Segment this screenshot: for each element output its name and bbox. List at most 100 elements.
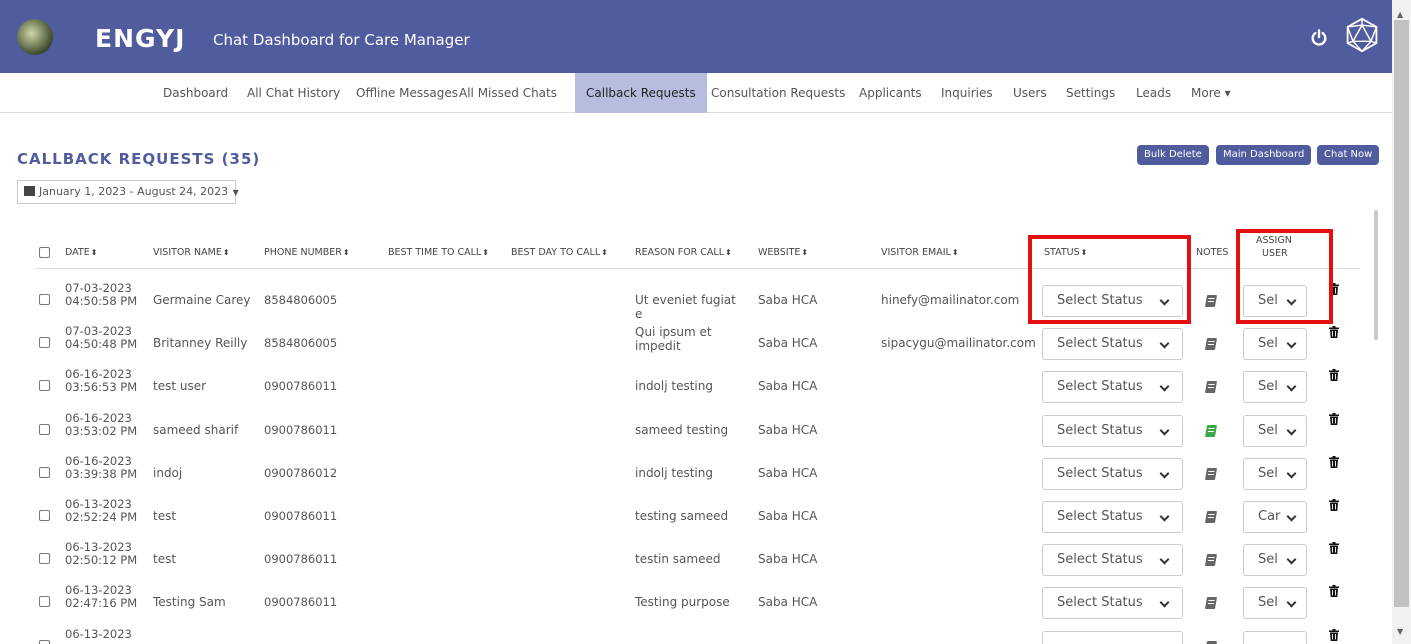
status-select[interactable] [1042,630,1183,644]
row-visitor-name: sameed sharif [153,422,239,437]
status-select-value: Select Status [1057,336,1143,352]
chevron-down-icon [1286,338,1297,349]
date-range-picker[interactable]: January 1, 2023 - August 24, 2023 ▼ [17,180,239,204]
status-select[interactable]: Select Status [1042,501,1183,533]
status-select-value: Select Status [1057,509,1143,524]
row-visitor-email: sipacygu@mailinator.com [881,336,1036,351]
row-website: Saba HCA [758,509,818,523]
th-date[interactable]: DATE⬍ [65,247,97,258]
scroll-up-arrow-icon[interactable]: ▲ [1397,10,1403,19]
row-visitor-name: Britanney Reilly [153,336,248,351]
nav-consultation-requests[interactable]: Consultation Requests [711,73,845,113]
nav-settings[interactable]: Settings [1066,73,1115,113]
assign-user-select[interactable]: Sel [1243,328,1307,361]
nav-inquiries[interactable]: Inquiries [941,73,993,113]
main-nav: Dashboard All Chat History Offline Messa… [0,73,1392,113]
nav-offline-messages[interactable]: Offline Messages [356,73,458,113]
row-visitor-name: test user [153,379,207,394]
notes-icon[interactable] [1204,424,1218,437]
notes-icon[interactable] [1204,511,1218,523]
assign-user-select[interactable]: Car [1243,501,1307,533]
row-visitor-name: Testing Sam [153,595,226,610]
nav-leads[interactable]: Leads [1136,73,1171,113]
trash-icon[interactable] [1329,628,1339,641]
scroll-thumb[interactable] [1394,20,1409,607]
trash-icon[interactable] [1329,369,1339,382]
trash-icon[interactable] [1329,326,1339,339]
notes-icon[interactable] [1204,381,1218,394]
trash-icon[interactable] [1329,412,1339,425]
assign-user-select[interactable]: Sel [1243,587,1307,620]
power-icon[interactable] [1310,29,1328,47]
th-visitor-name[interactable]: VISITOR NAME⬍ [153,247,230,258]
app-logo [17,19,53,55]
chat-now-button[interactable]: Chat Now [1317,145,1380,165]
notes-icon[interactable] [1204,640,1218,644]
nav-dashboard[interactable]: Dashboard [163,73,228,113]
row-checkbox[interactable] [39,294,50,305]
status-select[interactable]: Select Status [1042,457,1183,490]
trash-icon[interactable] [1329,499,1339,511]
chevron-down-icon [1159,511,1170,522]
status-select[interactable]: Select Status [1042,328,1183,361]
nav-callback-requests[interactable]: Callback Requests [575,73,707,113]
status-select[interactable]: Select Status [1042,544,1183,577]
status-highlight-box [1028,235,1191,324]
chevron-down-icon [1159,554,1170,565]
trash-icon[interactable] [1329,542,1339,555]
trash-icon[interactable] [1329,585,1339,598]
scroll-down-arrow-icon[interactable]: ▼ [1397,627,1403,636]
trash-icon[interactable] [1329,455,1339,468]
th-visitor-email[interactable]: VISITOR EMAIL⬍ [881,247,959,258]
table-scrollbar[interactable] [1374,210,1378,340]
row-date: 06-13-2023 02:47:16 PM [65,583,138,611]
status-select-value: Select Status [1057,595,1143,611]
page-scrollbar[interactable]: ▲ ▼ [1392,0,1411,644]
row-checkbox[interactable] [39,423,50,435]
th-phone-number[interactable]: PHONE NUMBER⬍ [264,247,350,258]
row-website: Saba HCA [758,422,818,437]
main-dashboard-button[interactable]: Main Dashboard [1216,145,1312,165]
select-all-checkbox[interactable] [39,247,50,258]
status-select-value: Select Status [1057,422,1143,438]
notes-icon[interactable] [1204,295,1218,307]
row-checkbox[interactable] [39,337,50,349]
nav-all-chat-history[interactable]: All Chat History [247,73,340,113]
status-select[interactable]: Select Status [1042,414,1183,447]
notes-icon[interactable] [1204,554,1218,567]
status-select[interactable]: Select Status [1042,587,1183,620]
assign-user-select[interactable]: Sel [1243,457,1307,490]
row-checkbox[interactable] [39,466,50,478]
status-select[interactable]: Select Status [1042,371,1183,404]
nav-applicants[interactable]: Applicants [859,73,922,113]
notes-icon[interactable] [1204,597,1218,610]
assign-user-select-value: Sel [1258,379,1278,395]
date-range-label: January 1, 2023 - August 24, 2023 [39,185,229,198]
row-checkbox[interactable] [39,510,50,521]
row-checkbox[interactable] [39,639,50,644]
row-checkbox[interactable] [39,380,50,392]
avatar-icon[interactable] [1344,17,1380,53]
notes-icon[interactable] [1204,467,1218,480]
row-website: Saba HCA [758,379,818,394]
nav-more-dropdown[interactable]: More ▾ [1191,73,1231,113]
row-reason: sameed testing [635,422,729,437]
th-website[interactable]: WEBSITE⬍ [758,247,808,258]
row-checkbox[interactable] [39,596,50,608]
row-phone-number: 0900786011 [264,379,338,394]
row-checkbox[interactable] [39,553,50,565]
nav-users[interactable]: Users [1013,73,1047,113]
assign-user-select-value: Sel [1258,422,1278,438]
assign-user-select[interactable]: Sel [1243,544,1307,577]
bulk-delete-button[interactable]: Bulk Delete [1137,145,1209,165]
th-reason[interactable]: REASON FOR CALL⬍ [635,247,732,258]
notes-icon[interactable] [1204,338,1218,351]
assign-user-select[interactable]: Sel [1243,371,1307,404]
row-visitor-email: hinefy@mailinator.com [881,293,1020,307]
assign-user-select[interactable]: Sel [1243,414,1307,447]
assign-user-select[interactable] [1243,630,1307,644]
row-date: 06-16-2023 03:39:38 PM [65,453,138,481]
nav-all-missed-chats[interactable]: All Missed Chats [459,73,557,113]
th-best-time[interactable]: BEST TIME TO CALL⬍ [388,247,489,258]
th-best-day[interactable]: BEST DAY TO CALL⬍ [511,247,608,258]
